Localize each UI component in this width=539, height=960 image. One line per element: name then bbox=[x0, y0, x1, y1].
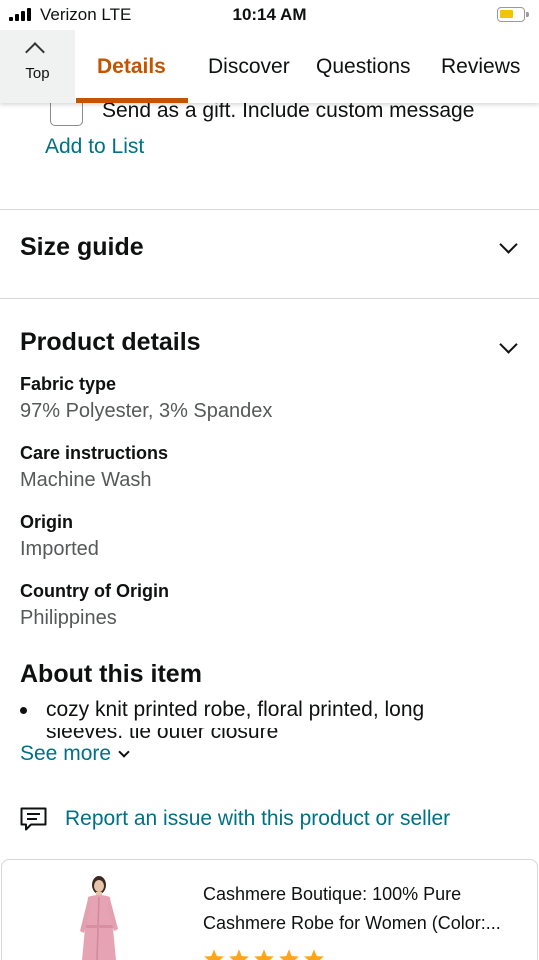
star-icon bbox=[279, 949, 299, 960]
product-image[interactable] bbox=[70, 873, 130, 960]
battery-icon bbox=[497, 7, 529, 22]
chevron-down-icon[interactable] bbox=[499, 235, 518, 254]
about-item-title: About this item bbox=[20, 660, 202, 688]
about-bullet: cozy knit printed robe, floral printed, … bbox=[46, 698, 425, 721]
tab-reviews[interactable]: Reviews bbox=[441, 55, 520, 79]
detail-value-fabric-type: 97% Polyester, 3% Spandex bbox=[20, 400, 273, 422]
star-icon bbox=[229, 949, 249, 960]
tab-discover[interactable]: Discover bbox=[208, 55, 290, 79]
bullet-icon bbox=[20, 707, 27, 714]
detail-value-origin: Imported bbox=[20, 538, 99, 560]
chevron-up-icon bbox=[25, 42, 45, 62]
divider bbox=[0, 298, 539, 299]
tab-questions[interactable]: Questions bbox=[316, 55, 411, 79]
back-to-top-label: Top bbox=[25, 65, 50, 82]
status-bar: Verizon LTE 10:14 AM bbox=[0, 0, 539, 30]
detail-label-fabric-type: Fabric type bbox=[20, 374, 117, 394]
add-to-list-link[interactable]: Add to List bbox=[45, 135, 144, 159]
detail-label-country-of-origin: Country of Origin bbox=[20, 581, 169, 601]
detail-label-care-instructions: Care instructions bbox=[20, 443, 169, 463]
clock: 10:14 AM bbox=[232, 5, 307, 24]
see-more-link[interactable]: See more bbox=[20, 742, 130, 766]
report-issue-link[interactable]: Report an issue with this product or sel… bbox=[65, 807, 450, 831]
divider bbox=[0, 209, 539, 210]
size-guide-title[interactable]: Size guide bbox=[20, 233, 144, 262]
about-bullet-truncated-text: sleeves, tie outer closure bbox=[46, 728, 278, 738]
see-more-label: See more bbox=[20, 742, 112, 765]
about-bullet-truncated: sleeves, tie outer closure bbox=[46, 728, 346, 738]
tab-details[interactable]: Details bbox=[97, 55, 166, 79]
product-title[interactable]: Cashmere Boutique: 100% Pure Cashmere Ro… bbox=[203, 880, 523, 938]
product-details-title[interactable]: Product details bbox=[20, 328, 201, 357]
star-icon bbox=[204, 949, 224, 960]
report-message-icon[interactable] bbox=[20, 807, 47, 831]
star-icon bbox=[304, 949, 324, 960]
chevron-down-icon[interactable] bbox=[499, 335, 518, 354]
active-tab-indicator bbox=[76, 98, 188, 103]
detail-label-origin: Origin bbox=[20, 512, 73, 532]
chevron-down-icon bbox=[118, 746, 130, 758]
star-icon bbox=[254, 949, 274, 960]
star-rating bbox=[203, 948, 325, 960]
section-nav: Top Details Discover Questions Reviews bbox=[0, 30, 539, 103]
back-to-top-button[interactable]: Top bbox=[0, 30, 75, 103]
detail-value-country-of-origin: Philippines bbox=[20, 607, 117, 629]
detail-value-care-instructions: Machine Wash bbox=[20, 469, 152, 491]
